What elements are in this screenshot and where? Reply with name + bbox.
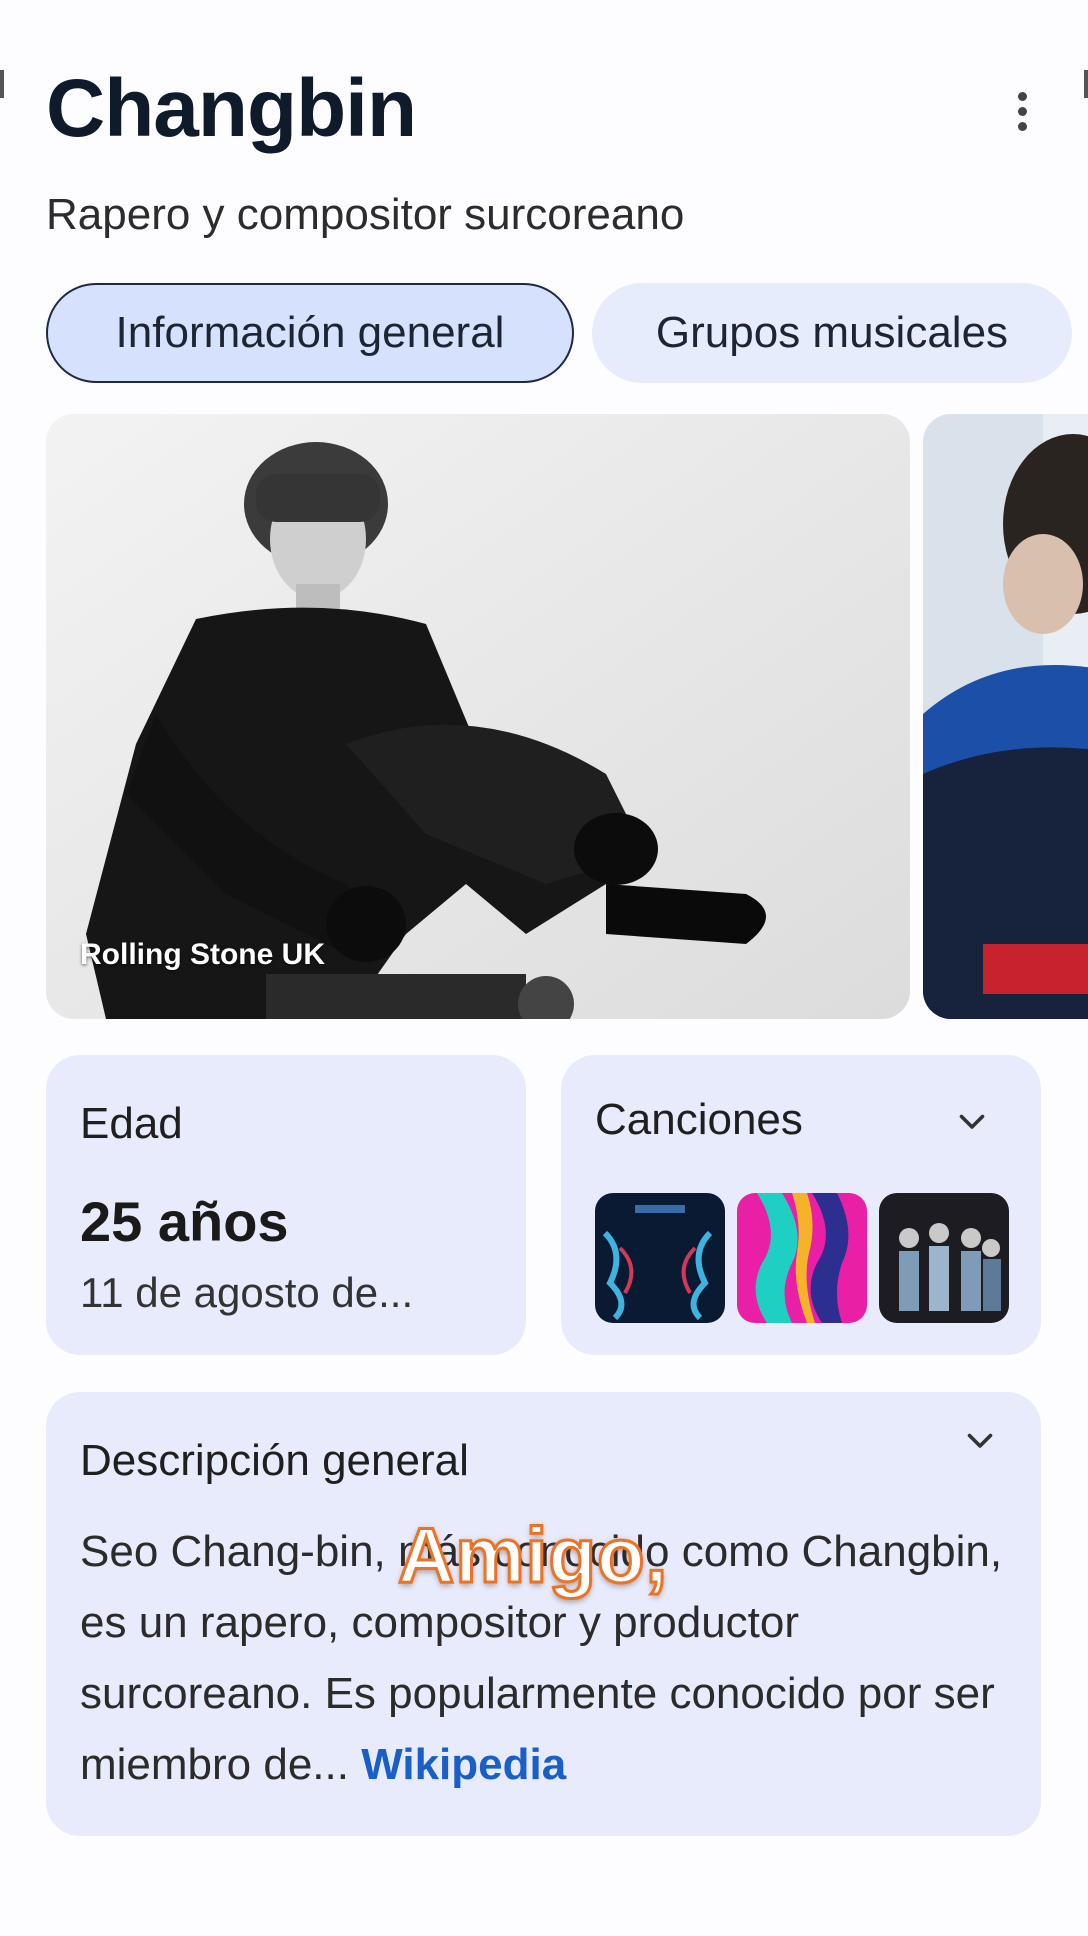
person-photo-illustration <box>46 414 910 1019</box>
album-art-1 <box>595 1193 725 1323</box>
album-art-2 <box>737 1193 867 1323</box>
songs-card[interactable]: Canciones <box>561 1055 1041 1355</box>
page-title: Changbin <box>46 63 417 154</box>
video-overlay-caption: Amigo, <box>396 1510 669 1601</box>
song-thumbnail-2[interactable] <box>737 1193 867 1323</box>
person-photo-illustration-2 <box>923 414 1088 1019</box>
overview-card[interactable]: Descripción general Seo Chang-bin, más c… <box>46 1392 1041 1836</box>
edge-marker-left <box>0 70 4 98</box>
song-thumbnail-3[interactable] <box>879 1193 1009 1323</box>
more-vert-icon-dot <box>1017 106 1027 116</box>
album-art-3 <box>879 1193 1009 1323</box>
more-vert-icon-dot <box>1017 121 1027 131</box>
chevron-down-icon[interactable] <box>954 1103 990 1139</box>
main-photo[interactable]: Rolling Stone UK <box>46 414 910 1019</box>
age-label: Edad <box>80 1099 183 1148</box>
birth-date: 11 de agosto de... <box>80 1269 414 1316</box>
tab-grupos-musicales[interactable]: Grupos musicales <box>592 283 1072 383</box>
overview-label: Descripción general <box>80 1436 469 1485</box>
song-thumbnail-1[interactable] <box>595 1193 725 1323</box>
songs-label: Canciones <box>595 1095 803 1144</box>
secondary-photo[interactable] <box>923 414 1088 1019</box>
wikipedia-link[interactable]: Wikipedia <box>361 1740 566 1789</box>
page-subtitle: Rapero y compositor surcoreano <box>46 190 685 239</box>
more-vert-icon <box>1017 91 1027 101</box>
tab-informacion-general[interactable]: Información general <box>46 283 574 383</box>
age-value: 25 años <box>80 1190 289 1253</box>
more-options-button[interactable] <box>1002 86 1042 136</box>
age-card[interactable]: Edad 25 años 11 de agosto de... <box>46 1055 526 1355</box>
photo-source-caption: Rolling Stone UK <box>80 938 325 971</box>
chevron-down-icon[interactable] <box>962 1422 998 1458</box>
edge-marker-right <box>1084 70 1088 98</box>
